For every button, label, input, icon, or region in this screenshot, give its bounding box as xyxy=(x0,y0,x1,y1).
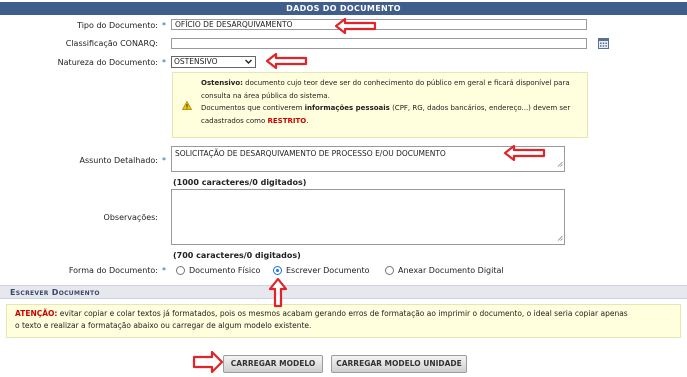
red-arrow-annotation xyxy=(268,277,288,308)
carregar-modelo-unidade-button[interactable]: CARREGAR MODELO UNIDADE xyxy=(331,355,467,373)
required-mark: * xyxy=(162,58,166,67)
calendar-icon[interactable] xyxy=(598,38,609,49)
ostensivo-line: Ostensivo: documento cujo teor deve ser … xyxy=(201,77,586,90)
radio-label-anexar[interactable]: Anexar Documento Digital xyxy=(398,266,504,276)
tipo-documento-input[interactable]: OFÍCIO DE DESARQUIVAMENTO xyxy=(171,19,587,30)
section-header-dados-documento: Dados do Documento xyxy=(0,2,687,15)
observacoes-textarea[interactable] xyxy=(171,189,565,245)
observacoes-label-text: Observações: xyxy=(103,213,158,222)
forma-label: Forma do Documento: xyxy=(0,265,158,276)
forma-label-text: Forma do Documento: xyxy=(68,266,158,275)
pessoais-term: informações pessoais xyxy=(304,104,390,112)
radio-label-fisico[interactable]: Documento Físico xyxy=(189,266,260,276)
tipo-documento-value: OFÍCIO DE DESARQUIVAMENTO xyxy=(175,20,293,29)
natureza-selected-value: OSTENSIVO xyxy=(174,57,218,66)
warning-line-1: ATENÇÃO: evitar copiar e colar textos já… xyxy=(15,308,672,320)
chevron-down-icon xyxy=(245,58,252,68)
radio-label-escrever[interactable]: Escrever Documento xyxy=(286,266,369,276)
tipo-label-text: Tipo do Documento: xyxy=(77,21,158,30)
required-mark: * xyxy=(162,266,166,275)
assunto-label-text: Assunto Detalhado: xyxy=(79,156,158,165)
warning-term: ATENÇÃO: xyxy=(15,309,58,318)
warning-text-2: o texto e realizar a formatação abaixo o… xyxy=(15,321,312,330)
radio-anexar-documento[interactable] xyxy=(385,266,394,275)
warning-line-2: o texto e realizar a formatação abaixo o… xyxy=(15,320,672,332)
natureza-label: Natureza do Documento: xyxy=(0,57,158,68)
tipo-documento-label: Tipo do Documento: xyxy=(0,20,158,31)
red-arrow-annotation xyxy=(265,52,308,70)
ostensivo-term: Ostensivo: xyxy=(201,79,243,87)
ostensivo-text: documento cujo teor deve ser do conhecim… xyxy=(242,79,570,87)
natureza-documento-select[interactable]: OSTENSIVO xyxy=(171,56,256,68)
assunto-counter: (1000 caracteres/0 digitados) xyxy=(173,178,307,187)
pessoais-post: (CPF, RG, dados bancários, endereço...) … xyxy=(389,104,571,112)
formatting-warning-box: ATENÇÃO: evitar copiar e colar textos já… xyxy=(6,304,681,338)
carregar-modelo-button[interactable]: CARREGAR MODELO xyxy=(223,355,323,373)
restrito-pre: cadastrados como xyxy=(201,116,268,125)
restrito-post: . xyxy=(306,116,309,125)
radio-escrever-documento[interactable] xyxy=(273,266,282,275)
red-arrow-annotation xyxy=(192,350,224,374)
pessoais-line: Documentos que contiverem informações pe… xyxy=(201,102,586,115)
header-title: Dados do Documento xyxy=(286,4,401,13)
classificacao-conarq-input[interactable] xyxy=(171,38,587,49)
assunto-value: SOLICITAÇÃO DE DESARQUIVAMENTO DE PROCES… xyxy=(175,149,446,158)
natureza-label-text: Natureza do Documento: xyxy=(57,58,158,67)
section-header-escrever-documento: Escrever Documento xyxy=(0,285,687,299)
classificacao-label: Classificação CONARQ: xyxy=(0,38,158,49)
restrito-term: RESTRITO xyxy=(267,116,307,125)
ostensivo-text-2: consulta na área pública do sistema. xyxy=(201,91,330,100)
pessoais-pre: Documentos que contiverem xyxy=(201,104,305,112)
red-arrow-annotation xyxy=(503,144,546,162)
observacoes-label: Observações: xyxy=(0,212,158,223)
required-mark: * xyxy=(162,156,166,165)
ostensivo-line-2: consulta na área pública do sistema. xyxy=(201,90,586,103)
assunto-label: Assunto Detalhado: xyxy=(0,155,158,166)
section-title: Escrever Documento xyxy=(10,288,100,297)
resize-grip-icon[interactable] xyxy=(557,234,563,243)
observacoes-counter: (700 caracteres/0 digitados) xyxy=(173,251,301,260)
natureza-info-box: Ostensivo: documento cujo teor deve ser … xyxy=(172,72,588,138)
classificacao-label-text: Classificação CONARQ: xyxy=(65,39,158,48)
radio-documento-fisico[interactable] xyxy=(176,266,185,275)
red-arrow-annotation xyxy=(334,17,377,35)
restrito-line: cadastrados como RESTRITO. xyxy=(201,115,586,128)
required-mark: * xyxy=(162,21,166,30)
resize-grip-icon[interactable] xyxy=(557,160,563,170)
warning-icon xyxy=(181,100,193,112)
warning-text: evitar copiar e colar textos já formatad… xyxy=(57,309,628,318)
